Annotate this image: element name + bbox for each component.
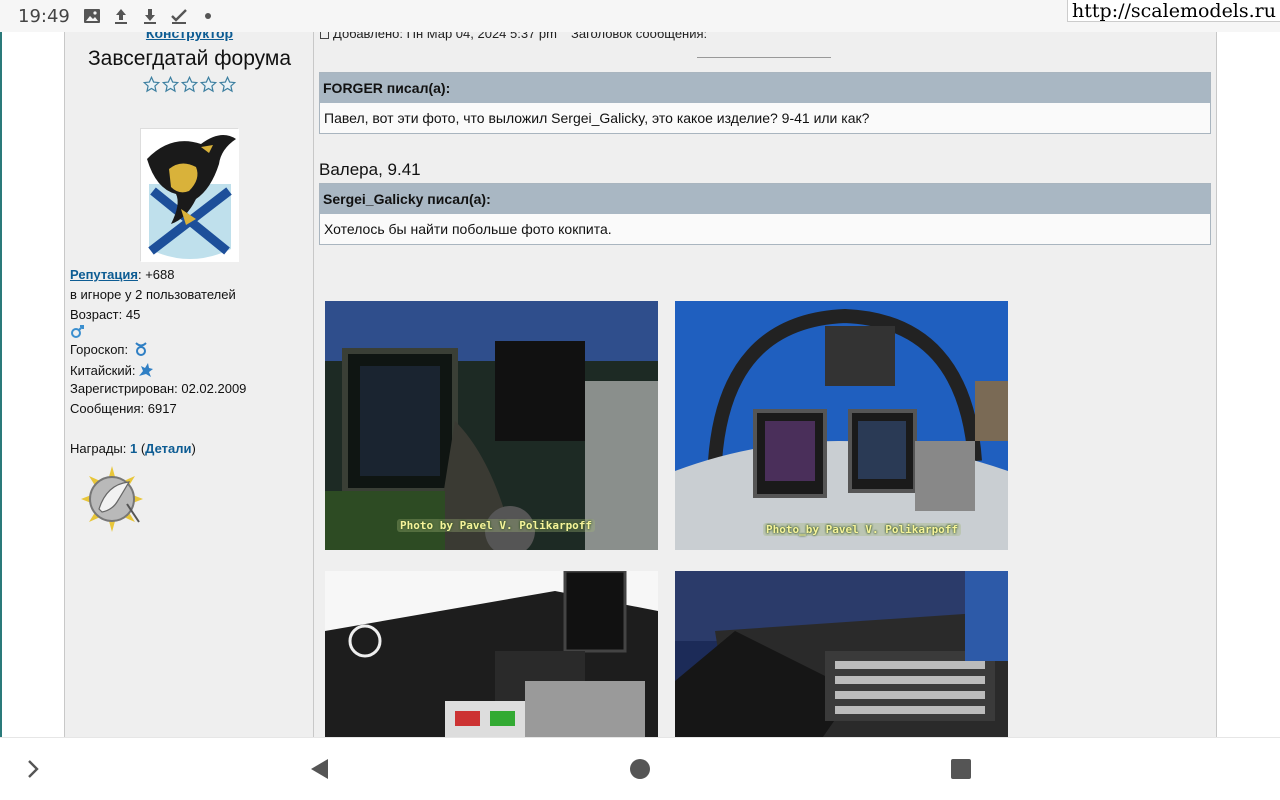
rank-link[interactable]: Конструктор (65, 32, 314, 41)
image-icon (82, 6, 102, 31)
forum-post-row: Конструктор Завсегдатай форума Репутация… (64, 32, 1217, 737)
download-icon (140, 6, 160, 31)
cockpit-photo[interactable] (325, 571, 658, 737)
taurus-icon (135, 342, 147, 356)
quote-author: Sergei_Galicky писал(а): (320, 184, 1210, 214)
star-icon (200, 76, 217, 93)
chinese-label: Китайский: (70, 362, 136, 378)
notification-icons (82, 6, 218, 31)
cockpit-photo[interactable]: Photo by Pavel V. Polikarpoff (325, 301, 658, 550)
reputation-link[interactable]: Репутация (70, 267, 138, 282)
star-icon (162, 76, 179, 93)
reputation-line: Репутация: +688 (70, 267, 175, 282)
cockpit-photo[interactable] (675, 571, 1008, 737)
post-content: Добавлено: Пн Мар 04, 2024 5:37 pm Загол… (315, 32, 1217, 737)
awards-paren: ) (191, 441, 196, 456)
status-time: 19:49 (18, 6, 70, 27)
horoscope-line: Гороскоп: (70, 341, 149, 357)
url-overlay: http://scalemodels.ru (1067, 0, 1280, 22)
star-icon (143, 76, 160, 93)
author-profile: Конструктор Завсегдатай форума Репутация… (65, 32, 314, 737)
horoscope-label: Гороскоп: (70, 341, 129, 357)
left-edge (0, 32, 2, 737)
reply-text: Валера, 9.41 (319, 160, 421, 179)
upload-icon (111, 6, 131, 31)
rank-stars (143, 76, 236, 93)
quote-text: Павел, вот эти фото, что выложил Sergei_… (324, 110, 870, 126)
quote-author: FORGER писал(а): (320, 73, 1210, 103)
quote-block: Sergei_Galicky писал(а): Хотелось бы най… (319, 183, 1211, 245)
quote-block: FORGER писал(а): Павел, вот эти фото, чт… (319, 72, 1211, 134)
post-meta: Добавлено: Пн Мар 04, 2024 5:37 pm Загол… (320, 32, 707, 41)
chinese-line: Китайский: (70, 361, 155, 379)
age-text: Возраст: 45 (70, 307, 141, 322)
web-page: Конструктор Завсегдатай форума Репутация… (0, 32, 1280, 737)
android-nav-bar (0, 737, 1280, 800)
home-button-icon[interactable] (628, 756, 652, 787)
check-icon (169, 6, 189, 31)
star-icon (181, 76, 198, 93)
awards-label: Награды: (70, 441, 130, 456)
post-date: Добавлено: Пн Мар 04, 2024 5:37 pm (320, 32, 557, 41)
ignore-text: в игноре у 2 пользователей (70, 287, 236, 302)
awards-details-link[interactable]: Детали (145, 441, 191, 456)
recents-button-icon[interactable] (949, 756, 973, 787)
star-icon (219, 76, 236, 93)
chevron-right-icon[interactable] (24, 756, 42, 787)
status-bar: 19:49 http://scalemodels.ru (0, 0, 1280, 32)
messages-text: Сообщения: 6917 (70, 401, 177, 416)
awards-paren: ( (137, 441, 146, 456)
dot-icon (198, 6, 218, 31)
male-gender-icon (70, 324, 85, 342)
photo-watermark: Photo by Pavel V. Polikarpoff (397, 519, 596, 532)
award-medal-icon[interactable] (77, 464, 147, 534)
post-date-text: Добавлено: Пн Мар 04, 2024 5:37 pm (333, 32, 557, 41)
eagle-avatar-icon (141, 129, 239, 262)
reputation-value: : +688 (137, 267, 175, 282)
quote-text: Хотелось бы найти побольше фото кокпита. (324, 221, 612, 237)
back-button-icon[interactable] (308, 756, 330, 787)
post-subject-label: Заголовок сообщения: (570, 32, 708, 41)
photo-watermark: Photo_by Pavel V. Polikarpoff (763, 523, 962, 536)
user-avatar (140, 128, 239, 262)
awards-line: Награды: 1 (Детали) (70, 441, 196, 456)
registered-text: Зарегистрирован: 02.02.2009 (70, 381, 247, 396)
separator-line (697, 57, 831, 58)
rank-title: Завсегдатай форума (87, 47, 292, 70)
chinese-zodiac-icon (139, 363, 154, 377)
cockpit-photo[interactable]: Photo_by Pavel V. Polikarpoff (675, 301, 1008, 550)
post-doc-icon (320, 32, 329, 39)
